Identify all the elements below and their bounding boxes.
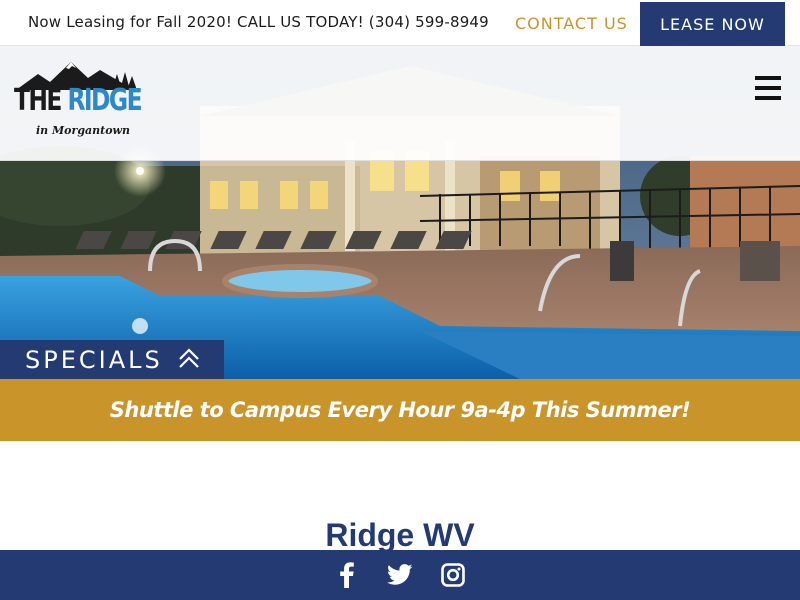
promo-banner: Shuttle to Campus Every Hour 9a-4p This … — [0, 379, 800, 441]
social-footer-bar — [0, 550, 800, 600]
logo-the: THE — [14, 83, 62, 118]
contact-us-link[interactable]: CONTACT US — [515, 14, 628, 33]
promo-text: Shuttle to Campus Every Hour 9a-4p This … — [109, 398, 691, 422]
the-ridge-logo[interactable]: THE RIDGE in Morgantown — [14, 60, 143, 148]
logo-tagline: in Morgantown — [36, 124, 131, 137]
specials-tab[interactable]: SPECIALS — [0, 340, 224, 379]
instagram-icon[interactable] — [440, 562, 466, 588]
leasing-announcement: Now Leasing for Fall 2020! CALL US TODAY… — [28, 13, 489, 31]
page-title: Ridge WV — [325, 517, 475, 553]
twitter-icon[interactable] — [387, 562, 413, 588]
site-header: THE RIDGE in Morgantown — [0, 46, 800, 161]
logo-wordmark: THE RIDGE — [14, 83, 143, 118]
hamburger-menu-icon[interactable] — [755, 76, 781, 100]
lease-now-button[interactable]: LEASE NOW — [640, 2, 785, 46]
logo-ridge: RIDGE — [67, 83, 142, 118]
top-announcement-bar: Now Leasing for Fall 2020! CALL US TODAY… — [0, 0, 800, 46]
facebook-icon[interactable] — [334, 562, 360, 588]
double-chevron-up-icon — [179, 348, 199, 368]
specials-label: SPECIALS — [25, 345, 163, 374]
